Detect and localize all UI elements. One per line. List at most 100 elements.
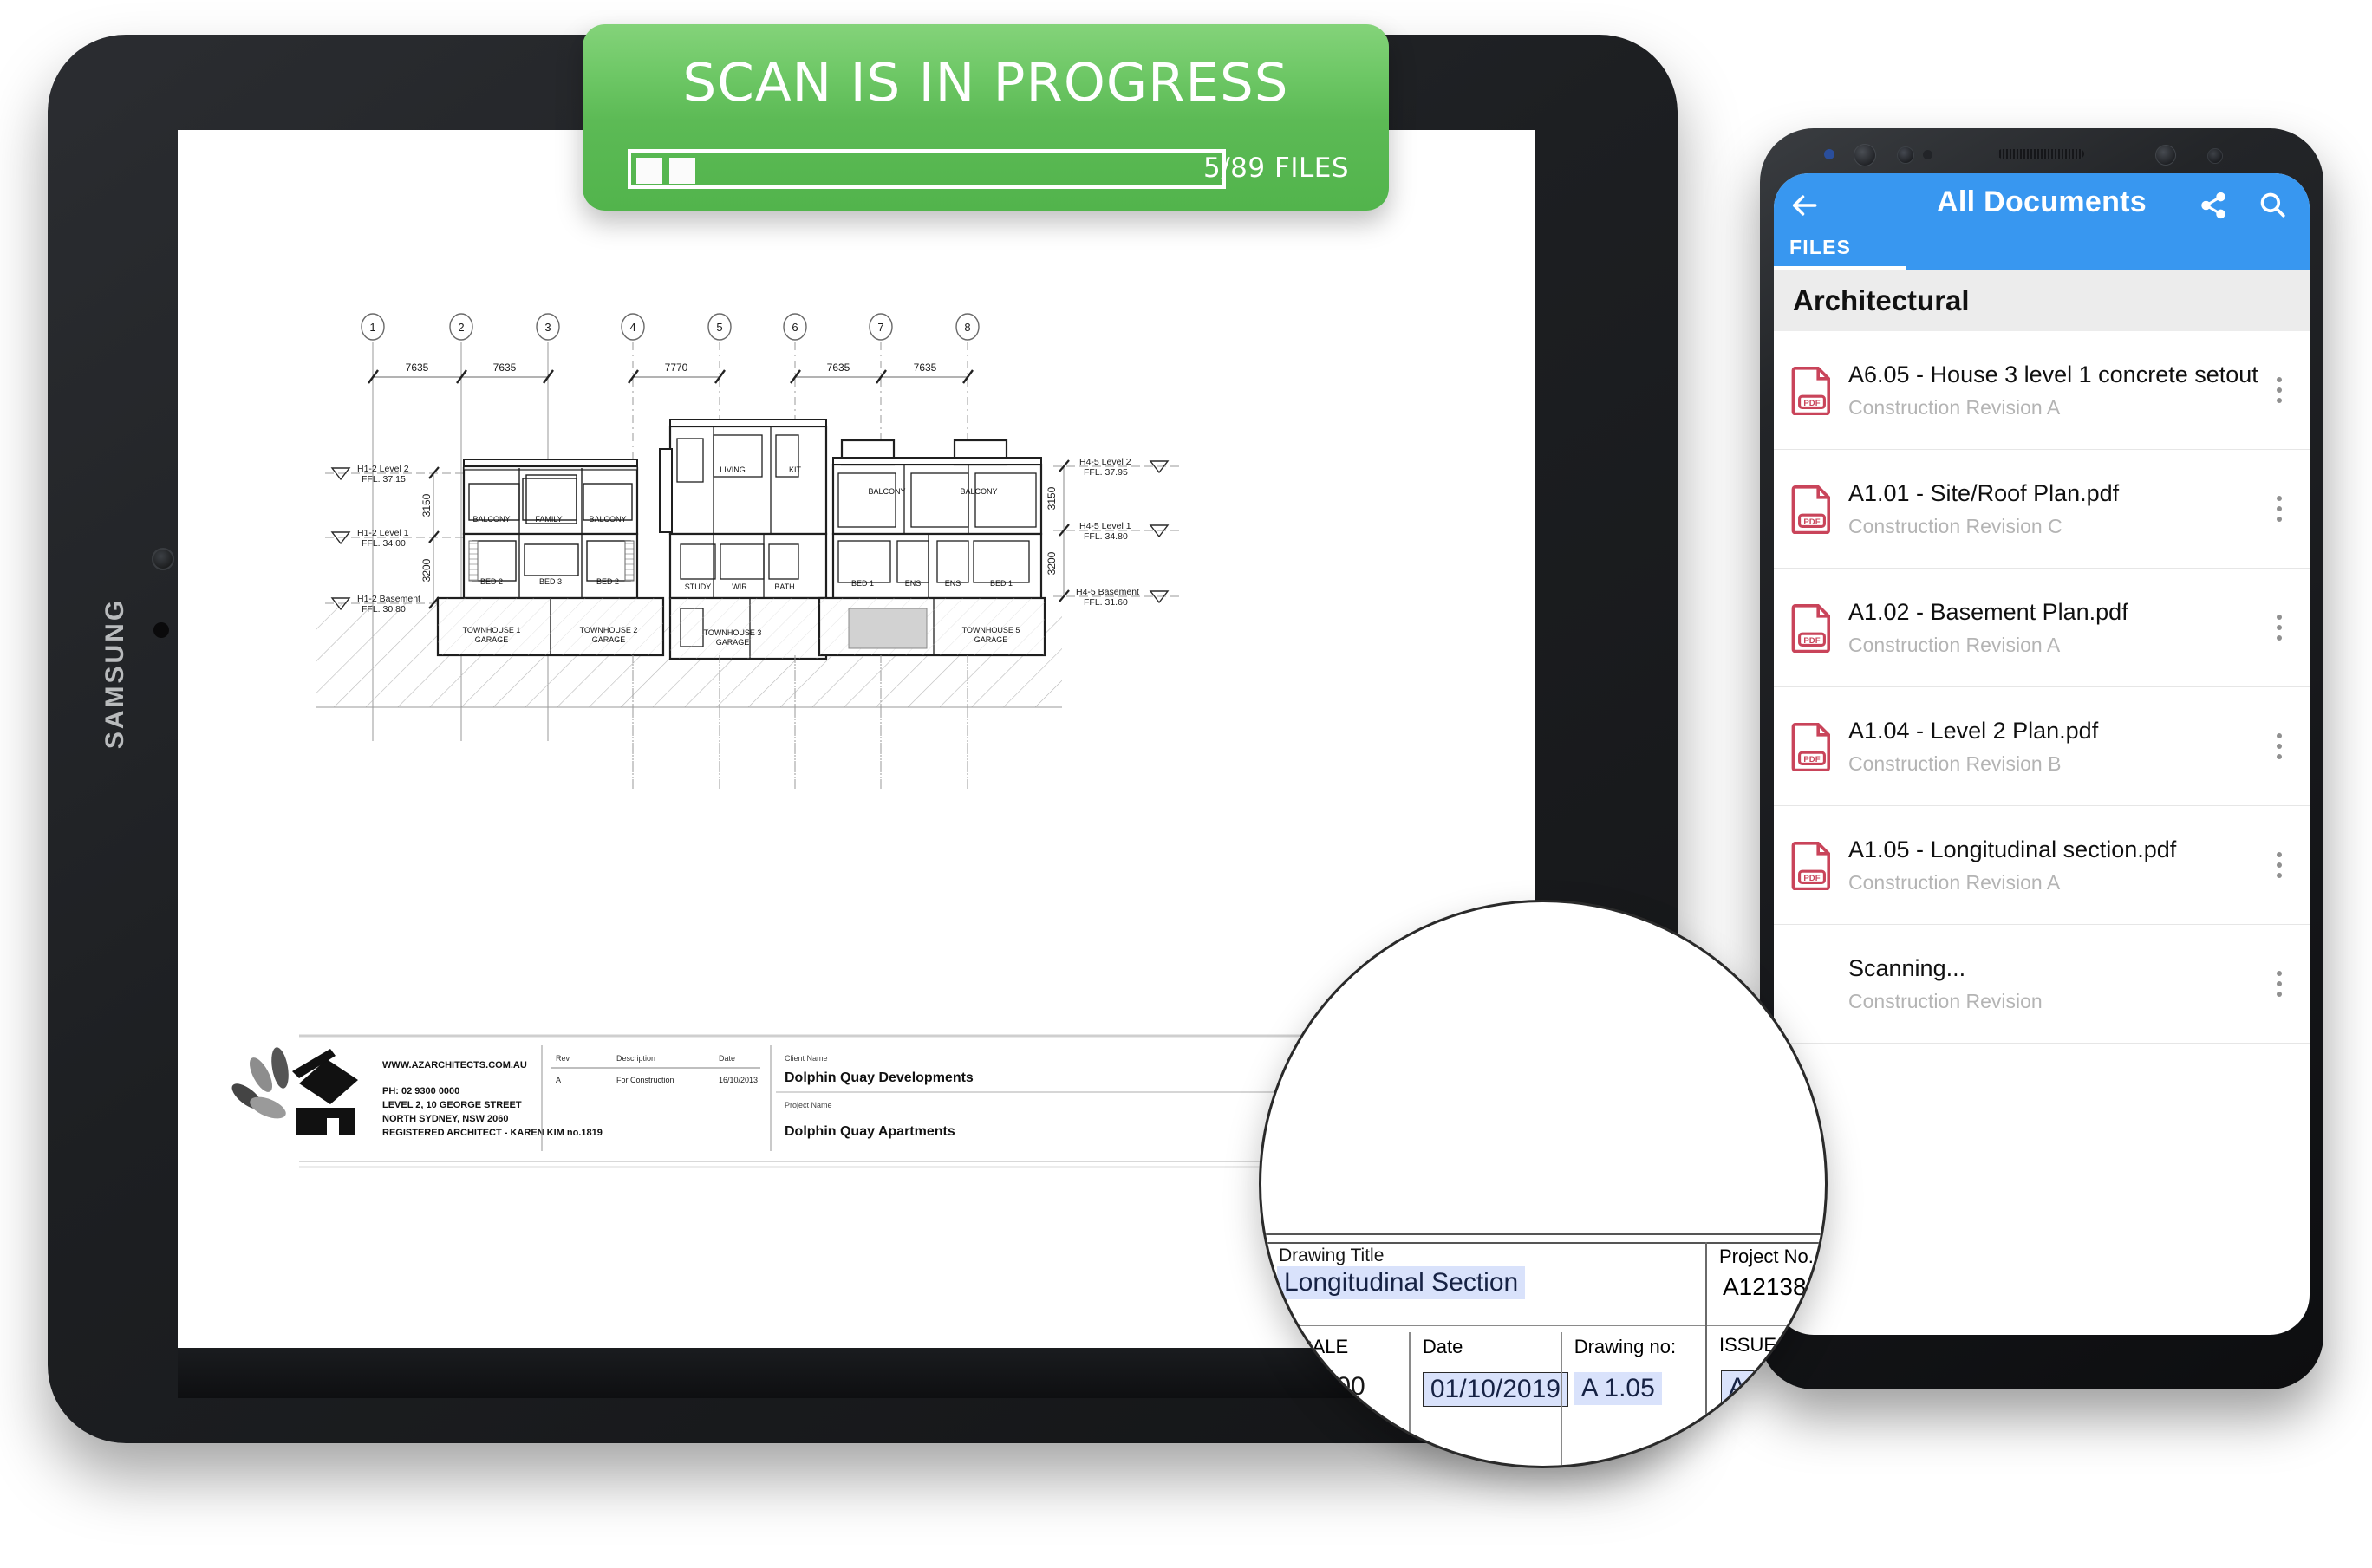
title-block-divider	[1274, 1325, 1705, 1326]
level-label-right: H4-5 Level 1	[1079, 521, 1131, 531]
dimension-label: 7635	[914, 361, 937, 374]
notification-led-icon	[1824, 149, 1834, 159]
earpiece-speaker-icon	[1997, 149, 2084, 159]
client-name-label: Client Name	[785, 1054, 828, 1063]
app-bar-top-row: All Documents	[1774, 173, 2310, 236]
svg-text:PDF: PDF	[1803, 636, 1820, 646]
drawing-no-label: Drawing no:	[1574, 1336, 1677, 1357]
issue-value: A	[1721, 1370, 1755, 1405]
overflow-menu-icon[interactable]	[2266, 615, 2292, 641]
dimension-label: 7770	[665, 361, 688, 374]
dimension-label: 7635	[406, 361, 429, 374]
document-revision: Construction Revision B	[1848, 751, 2062, 775]
rev-cell: 16/10/2013	[719, 1076, 758, 1084]
room-label: GARAGE	[475, 635, 509, 644]
svg-text:PDF: PDF	[1803, 874, 1820, 883]
list-item-scanning[interactable]: Scanning... Construction Revision	[1774, 925, 2310, 1044]
overflow-menu-icon[interactable]	[2266, 852, 2292, 878]
drawing-title-value: Longitudinal Section	[1277, 1266, 1526, 1299]
search-icon[interactable]	[2258, 190, 2287, 219]
page-title: All Documents	[1937, 185, 2147, 218]
tab-selected-indicator	[1774, 266, 1906, 270]
list-item[interactable]: PDF A1.01 - Site/Roof Plan.pdf Construct…	[1774, 450, 2310, 569]
pdf-file-icon: PDF	[1791, 842, 1830, 890]
app-bar: All Documents FILES	[1774, 173, 2310, 270]
level-ffl-right: FFL. 34.80	[1084, 531, 1128, 542]
grid-bubble-8: 8	[964, 321, 970, 334]
svg-text:PDF: PDF	[1803, 517, 1820, 527]
scale-label: SCALE	[1286, 1336, 1349, 1357]
overflow-menu-icon[interactable]	[2266, 496, 2292, 522]
magnifier-callout: Drawing Title Longitudinal Section SCALE…	[1259, 900, 1828, 1468]
room-label: GARAGE	[592, 635, 626, 644]
vertical-dimension: 3200	[1046, 551, 1058, 575]
list-item-text: Scanning... Construction Revision	[1848, 954, 2266, 1013]
title-block-right: Project No. A12138 ISSUE A	[1707, 1242, 1825, 1466]
vertical-dimension: 3150	[1046, 486, 1058, 510]
title-block-right-divider	[1707, 1325, 1825, 1326]
architect-address-2: NORTH SYDNEY, NSW 2060	[382, 1114, 508, 1124]
room-label: BALCONY	[472, 515, 510, 524]
room-label: TOWNHOUSE 3	[704, 628, 762, 637]
room-label: BALCONY	[589, 515, 626, 524]
room-label: BALCONY	[868, 487, 905, 496]
client-name-value: Dolphin Quay Developments	[785, 1070, 974, 1085]
light-sensor-icon	[2155, 145, 2176, 166]
pdf-file-icon: PDF	[1791, 367, 1830, 415]
grid-bubble-5: 5	[716, 321, 722, 334]
level-ffl-left: FFL. 30.80	[362, 604, 406, 615]
proximity-sensor-icon	[1923, 150, 1932, 159]
date-value: 01/10/2019	[1422, 1372, 1568, 1407]
rev-header: Description	[616, 1054, 655, 1063]
room-label: BED 1	[990, 579, 1013, 588]
scan-banner-title: SCAN IS IN PROGRESS	[682, 52, 1289, 114]
room-label: BATH	[774, 582, 794, 591]
drawing-title-label: Drawing Title	[1279, 1246, 1385, 1265]
room-label: GARAGE	[974, 635, 1008, 644]
list-item[interactable]: PDF A6.05 - House 3 level 1 concrete set…	[1774, 331, 2310, 450]
rev-cell: For Construction	[616, 1076, 674, 1084]
architect-registration: REGISTERED ARCHITECT - KAREN KIM no.1819	[382, 1128, 603, 1138]
room-label: ENS	[905, 579, 922, 588]
issue-label: ISSUE	[1719, 1334, 1777, 1356]
list-item[interactable]: PDF A1.02 - Basement Plan.pdf Constructi…	[1774, 569, 2310, 687]
scale-value: 1 : 200 @A3	[1286, 1372, 1365, 1430]
rev-header: Date	[719, 1054, 735, 1063]
scale-cell: SCALE 1 : 200 @A3	[1274, 1332, 1409, 1466]
room-label: BALCONY	[960, 487, 997, 496]
room-label: BED 2	[596, 577, 619, 586]
drawing-no-text: A 1.05	[1574, 1372, 1662, 1405]
share-icon[interactable]	[2199, 191, 2228, 220]
overflow-menu-icon[interactable]	[2266, 377, 2292, 403]
vertical-dimension: 3150	[420, 493, 433, 517]
scan-progress-bar	[628, 149, 1226, 189]
room-label: TOWNHOUSE 2	[580, 626, 638, 634]
room-label: WIR	[732, 582, 747, 591]
document-revision: Construction Revision C	[1848, 514, 2062, 537]
level-label-left: H1-2 Level 1	[357, 528, 409, 538]
architect-address-1: LEVEL 2, 10 GEORGE STREET	[382, 1100, 522, 1110]
room-label: TOWNHOUSE 5	[962, 626, 1020, 634]
front-camera-icon	[1854, 144, 1876, 166]
samsung-brand-logo: SAMSUNG	[101, 597, 129, 750]
list-item-text: A1.04 - Level 2 Plan.pdf Construction Re…	[1848, 717, 2266, 776]
magnified-title-block: Drawing Title Longitudinal Section SCALE…	[1261, 1233, 1825, 1466]
list-item[interactable]: PDF A1.04 - Level 2 Plan.pdf Constructio…	[1774, 687, 2310, 806]
level-ffl-right: FFL. 37.95	[1084, 467, 1128, 478]
room-label: BED 2	[480, 577, 503, 586]
date-label: Date	[1422, 1336, 1463, 1357]
room-label: KIT	[789, 465, 802, 474]
list-item-text: A1.02 - Basement Plan.pdf Construction R…	[1848, 598, 2266, 657]
overflow-menu-icon[interactable]	[2266, 971, 2292, 997]
grid-bubble-4: 4	[629, 321, 635, 334]
vertical-dimension: 3200	[420, 558, 433, 582]
title-block-columns: SCALE 1 : 200 @A3 Date 01/10/2019 Drawin…	[1274, 1332, 1705, 1466]
list-item-text: A1.05 - Longitudinal section.pdf Constru…	[1848, 836, 2266, 895]
overflow-menu-icon[interactable]	[2266, 733, 2292, 759]
tab-files[interactable]: FILES	[1789, 236, 1851, 265]
rev-header: Rev	[556, 1054, 570, 1063]
date-cell: Date 01/10/2019	[1408, 1332, 1568, 1466]
list-item[interactable]: PDF A1.05 - Longitudinal section.pdf Con…	[1774, 806, 2310, 925]
architect-website: WWW.AZARCHITECTS.COM.AU	[382, 1060, 527, 1070]
level-ffl-left: FFL. 34.00	[362, 538, 406, 549]
